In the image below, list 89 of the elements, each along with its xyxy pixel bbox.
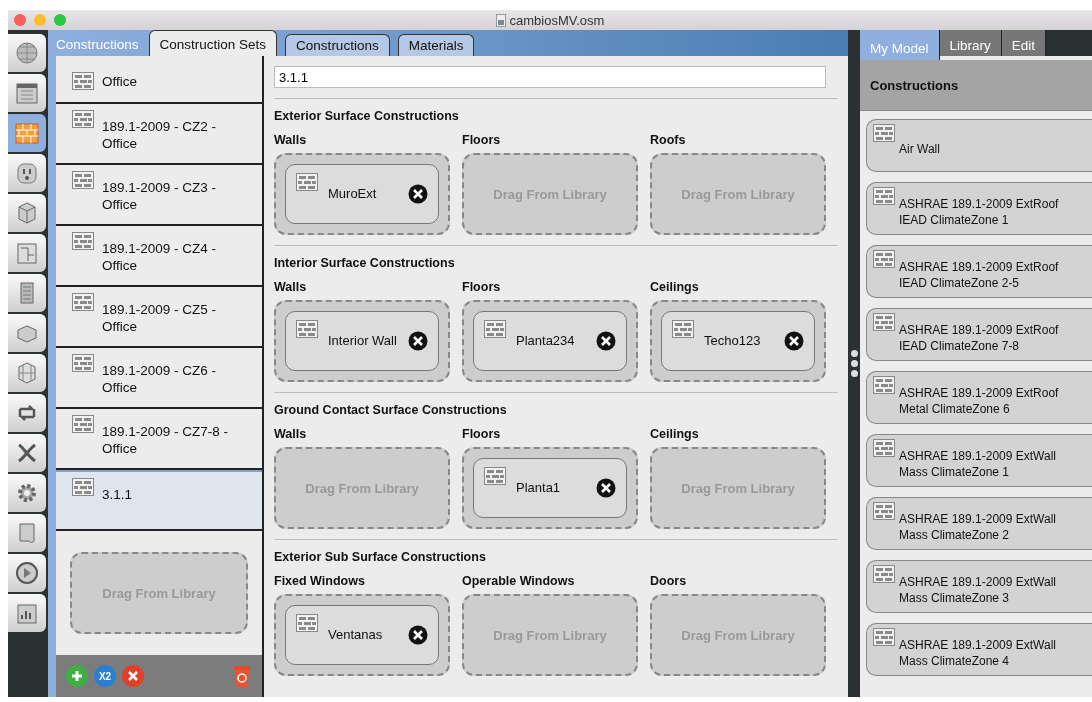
section-title: Exterior Sub Surface Constructions — [274, 550, 486, 564]
brick-icon — [296, 173, 318, 191]
brick-icon — [296, 320, 318, 338]
construction-set-item[interactable]: 189.1-2009 - CZ4 - Office — [56, 226, 262, 287]
brick-stack-icon — [72, 72, 94, 90]
remove-button[interactable] — [122, 665, 144, 687]
brick-stack-icon — [72, 232, 94, 250]
brick-icon — [873, 565, 895, 583]
library-item[interactable]: ASHRAE 189.1-2009 ExtRoof IEAD ClimateZone 1 — [866, 182, 1092, 235]
panel-title: Constructions — [55, 37, 140, 54]
construction-name: Interior Wall — [328, 333, 398, 349]
trash-icon[interactable] — [232, 664, 252, 688]
slot-label: Floors — [462, 427, 501, 441]
slot-label: Operable Windows — [462, 574, 575, 588]
construction-chip[interactable]: Ventanas — [285, 605, 439, 665]
construction-set-item[interactable]: Office — [56, 56, 262, 104]
construction-set-item[interactable]: 189.1-2009 - CZ6 - Office — [56, 348, 262, 409]
tab[interactable]: Constructions — [285, 34, 390, 56]
remove-icon[interactable] — [784, 331, 804, 351]
construction-chip[interactable]: MuroExt — [285, 164, 439, 224]
remove-icon[interactable] — [596, 331, 616, 351]
construction-name: Ventanas — [328, 627, 384, 643]
section-title: Interior Surface Constructions — [274, 256, 455, 270]
library-header: Constructions — [860, 60, 1092, 111]
construction-name: MuroExt — [328, 186, 378, 202]
library-item[interactable]: Air Wall — [866, 119, 1092, 172]
brick-icon — [296, 614, 318, 632]
slot-label: Walls — [274, 280, 307, 294]
window-title: cambiosMV.osm — [509, 12, 605, 28]
construction-chip[interactable]: Planta1 — [473, 458, 627, 518]
brick-icon — [873, 628, 895, 646]
brick-stack-icon — [72, 415, 94, 433]
library-item[interactable]: ASHRAE 189.1-2009 ExtRoof IEAD ClimateZone 2-5 — [866, 245, 1092, 298]
library-item[interactable]: ASHRAE 189.1-2009 ExtRoof Metal ClimateZone 6 — [866, 371, 1092, 424]
document-icon — [495, 13, 506, 27]
x-icon — [127, 670, 139, 682]
tab[interactable]: Materials — [397, 34, 475, 56]
slot-label: Floors — [462, 133, 501, 147]
slot-label: Floors — [462, 280, 501, 294]
section-title: Ground Contact Surface Constructions — [274, 403, 507, 417]
plus-icon — [70, 669, 84, 683]
brick-icon — [873, 313, 895, 331]
slot-label: Walls — [274, 427, 307, 441]
tab[interactable]: Edit — [1001, 30, 1047, 56]
construction-set-item[interactable]: 189.1-2009 - CZ2 - Office — [56, 104, 262, 165]
tab[interactable]: Construction Sets — [148, 30, 278, 56]
brick-icon — [873, 376, 895, 394]
construction-set-item[interactable]: 3.1.1 — [56, 470, 262, 531]
remove-icon[interactable] — [596, 478, 616, 498]
slot-label: Fixed Windows — [274, 574, 365, 588]
add-button[interactable] — [66, 665, 88, 687]
brick-stack-icon — [72, 354, 94, 372]
name-field[interactable]: 3.1.1 — [274, 66, 826, 88]
construction-name: Planta234 — [516, 333, 576, 349]
brick-icon — [873, 250, 895, 268]
brick-stack-icon — [72, 171, 94, 189]
brick-icon — [873, 502, 895, 520]
brick-icon — [484, 320, 506, 338]
tab[interactable]: Library — [939, 30, 1002, 56]
library-item[interactable]: ASHRAE 189.1-2009 ExtWall Mass ClimateZone 4 — [866, 623, 1092, 676]
slot-label: Roofs — [650, 133, 686, 147]
construction-set-item[interactable]: 189.1-2009 - CZ3 - Office — [56, 165, 262, 226]
library-item[interactable]: ASHRAE 189.1-2009 ExtWall Mass ClimateZone 2 — [866, 497, 1092, 550]
slot-label: Ceilings — [650, 280, 699, 294]
brick-stack-icon — [72, 293, 94, 311]
remove-icon[interactable] — [408, 625, 428, 645]
brick-icon — [873, 187, 895, 205]
construction-set-item[interactable]: 189.1-2009 - CZ5 - Office — [56, 287, 262, 348]
construction-name: Planta1 — [516, 480, 562, 496]
brick-icon — [873, 124, 895, 142]
library-item[interactable]: ASHRAE 189.1-2009 ExtWall Mass ClimateZone 3 — [866, 560, 1092, 613]
section-title: Exterior Surface Constructions — [274, 109, 459, 123]
construction-chip[interactable]: Planta234 — [473, 311, 627, 371]
library-item[interactable]: ASHRAE 189.1-2009 ExtWall Mass ClimateZone 1 — [866, 434, 1092, 487]
duplicate-button[interactable]: X2 — [94, 665, 116, 687]
brick-icon — [873, 439, 895, 457]
brick-icon — [672, 320, 694, 338]
brick-icon — [484, 467, 506, 485]
slot-label: Walls — [274, 133, 307, 147]
remove-icon[interactable] — [408, 331, 428, 351]
construction-chip[interactable]: Interior Wall — [285, 311, 439, 371]
remove-icon[interactable] — [408, 184, 428, 204]
library-item[interactable]: ASHRAE 189.1-2009 ExtRoof IEAD ClimateZone 7-8 — [866, 308, 1092, 361]
slot-label: Ceilings — [650, 427, 699, 441]
brick-stack-icon — [72, 110, 94, 128]
construction-name: Techo123 — [704, 333, 762, 349]
brick-stack-icon — [72, 478, 94, 496]
slot-label: Doors — [650, 574, 687, 588]
construction-chip[interactable]: Techo123 — [661, 311, 815, 371]
